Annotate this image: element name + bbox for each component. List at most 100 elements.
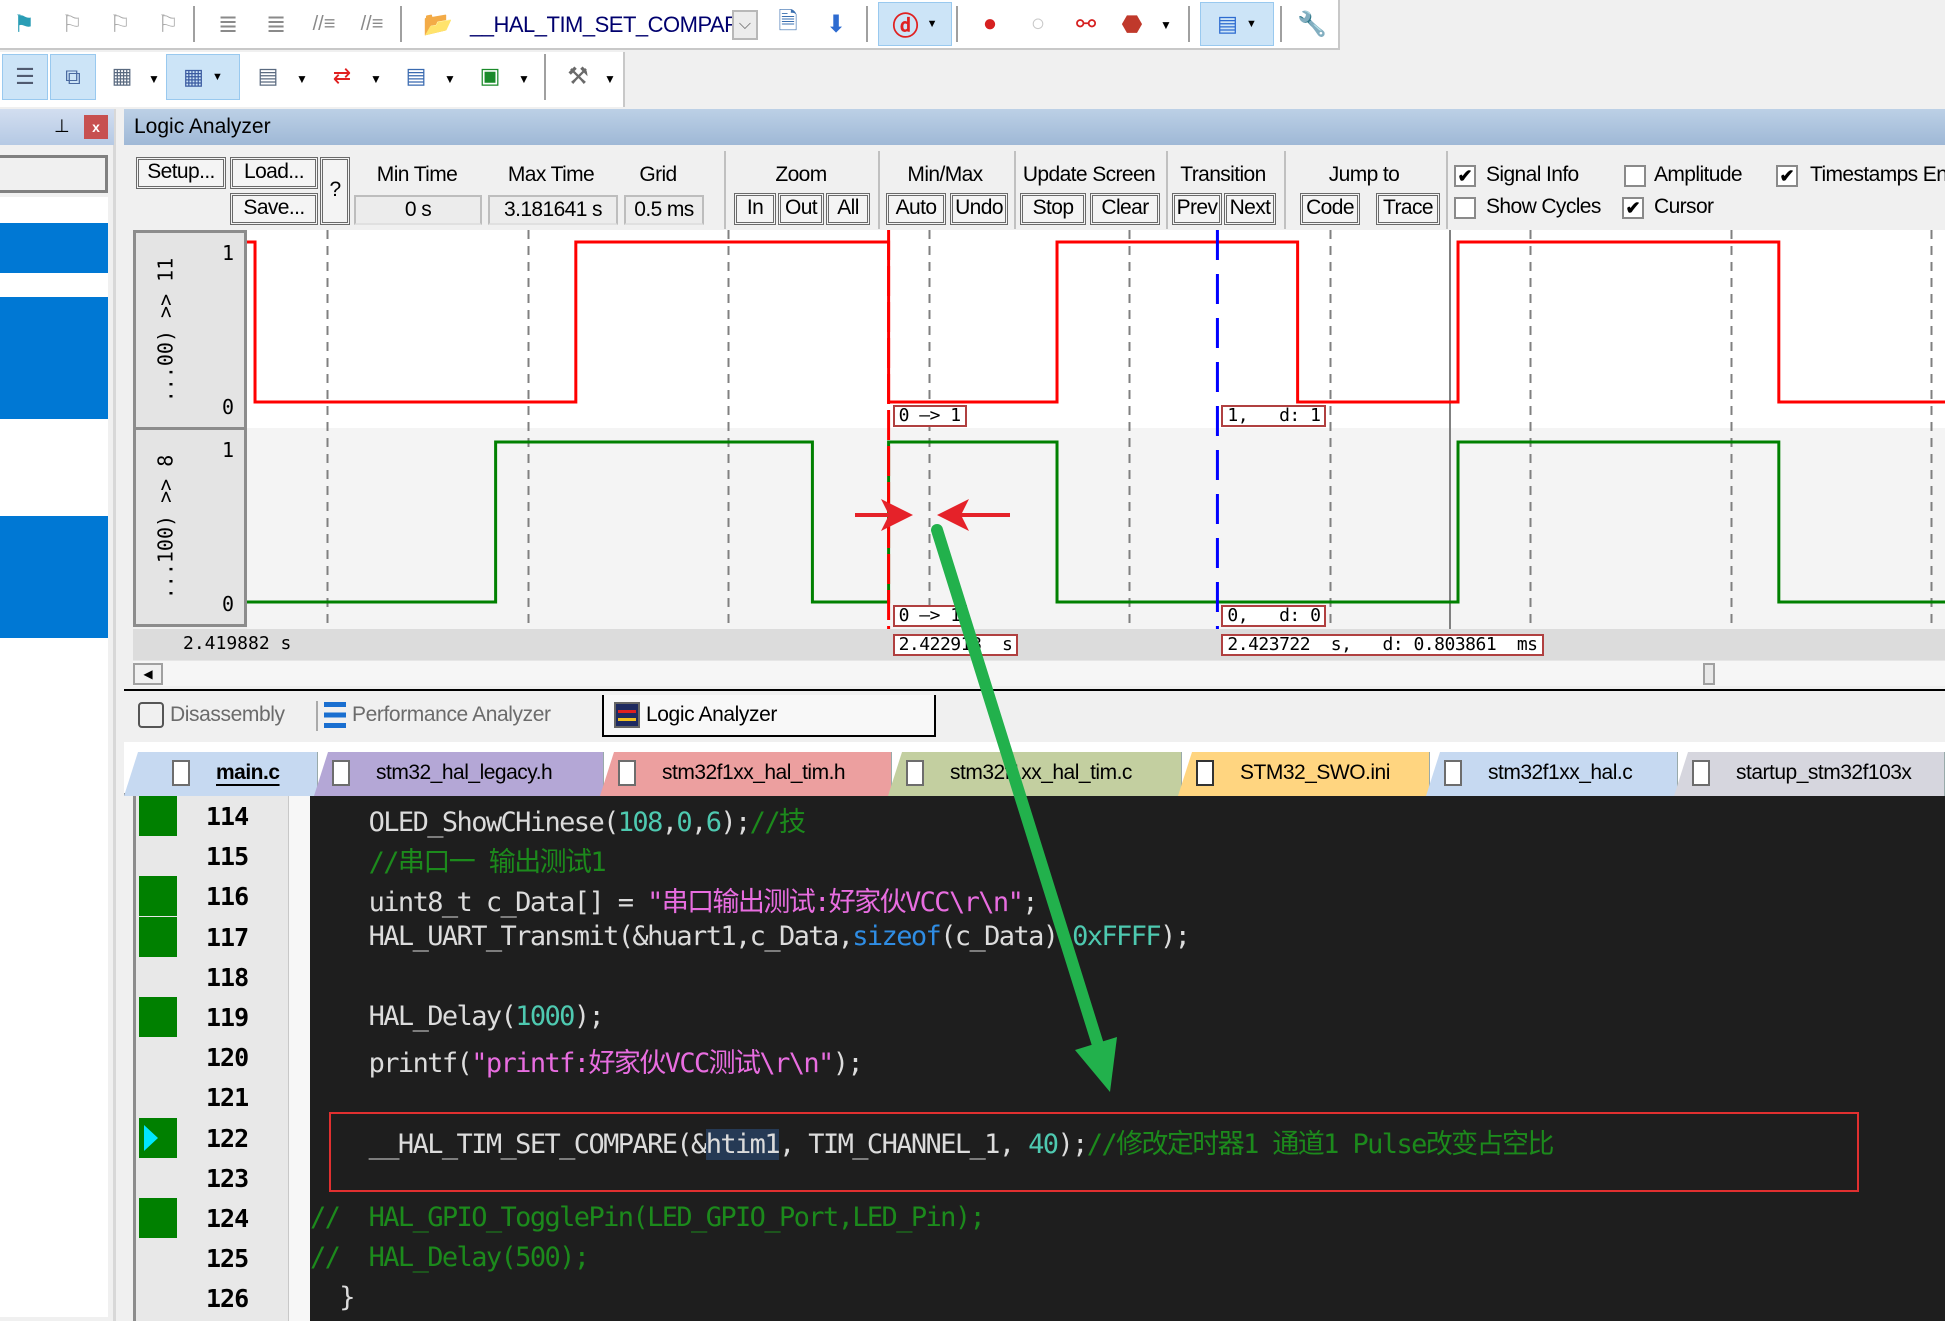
file-tab-main-c[interactable]: main.c [124,752,318,796]
show-cycles-checkbox[interactable] [1454,197,1476,219]
next-bookmark-icon[interactable]: ⚐ [102,6,138,42]
breakpoint-marker[interactable] [139,997,177,1037]
update-clear-button[interactable]: Clear [1090,193,1160,225]
clear-bookmarks-icon[interactable]: ⚐ [150,6,186,42]
breakpoint-marker[interactable] [139,916,177,957]
transition-prev-button[interactable]: Prev [1172,193,1222,225]
close-icon[interactable]: x [84,115,108,139]
signal-label-1[interactable]: ...00) >> 11 1 0 [133,230,247,430]
waveform-plot[interactable] [247,230,1945,629]
uncomment-icon[interactable]: //≡ [354,6,390,42]
file-tab-startup-stm32f103x[interactable]: startup_stm32f103x [1674,752,1945,796]
code-line[interactable]: HAL_UART_Transmit(&huart1,c_Data,sizeof(… [310,920,1191,952]
chevron-down-icon[interactable]: ▼ [444,72,456,86]
toolbox-icon[interactable]: ⚒ [560,58,596,94]
minmax-auto-button[interactable]: Auto [886,193,946,225]
list-item-selected[interactable] [0,516,108,638]
indent-icon[interactable]: ≣ [210,6,246,42]
tab-disassembly[interactable]: Disassembly [138,695,285,737]
code-line[interactable]: // HAL_Delay(500); [310,1242,590,1273]
code-line[interactable]: // HAL_GPIO_TogglePin(LED_GPIO_Port,LED_… [310,1202,986,1233]
jump-trace-button[interactable]: Trace [1376,193,1440,225]
editor-gutter[interactable]: 114 115 116 117 118 119 120 121 122 123 124 125 126 [133,796,288,1321]
signal2-red-cursor-label: 0 —> 1 [892,605,967,627]
list-item-selected[interactable] [0,297,108,419]
minmax-undo-button[interactable]: Undo [950,193,1008,225]
transition-next-button[interactable]: Next [1224,193,1276,225]
signal-label-2[interactable]: ...100) >> 8 1 0 [133,427,247,627]
waveform-horizontal-scrollbar[interactable]: ◀ [133,660,1945,686]
code-line[interactable]: HAL_Delay(1000); [310,1001,605,1032]
zoom-out-button[interactable]: Out [778,193,824,225]
show-cycles-label: Show Cycles [1486,195,1601,218]
load-button[interactable]: Load... [230,157,318,189]
signal-info-checkbox[interactable]: ✔ [1454,165,1476,187]
code-line[interactable]: OLED_ShowCHinese(108,0,6);//技 [310,800,806,839]
jump-code-button[interactable]: Code [1300,193,1360,225]
file-tab-stm32-hal-legacy-h[interactable]: stm32_hal_legacy.h [314,752,604,796]
disassembly-window-icon[interactable]: ⧉ [50,54,96,100]
breakpoint-marker[interactable] [139,1198,177,1238]
chevron-down-icon[interactable]: ▼ [296,72,308,86]
code-line[interactable]: //串口一 输出测试1 [310,840,607,879]
chevron-down-icon[interactable]: ▼ [148,72,160,86]
chevron-down-icon[interactable]: ▼ [1160,18,1172,32]
cursor-checkbox[interactable]: ✔ [1622,197,1644,219]
code-token: ); [1160,920,1191,952]
pin-icon[interactable]: ⊥ [54,116,70,137]
find-in-files-icon[interactable]: 📂 [420,6,456,42]
file-tab-stm32f1xx-hal-tim-h[interactable]: stm32f1xx_hal_tim.h [600,752,892,796]
update-stop-button[interactable]: Stop [1020,193,1086,225]
unindent-icon[interactable]: ≣ [258,6,294,42]
chevron-down-icon[interactable]: ▼ [604,72,616,86]
breakpoint-marker[interactable] [139,876,177,917]
chevron-down-icon[interactable]: ▼ [370,72,382,86]
chevron-down-icon[interactable]: ▼ [518,72,530,86]
enable-breakpoint-icon[interactable]: ○ [1020,6,1056,42]
amplitude-checkbox[interactable] [1624,165,1646,187]
debug-session-button[interactable]: ⓓ ▼ [878,2,952,46]
window-layout-icon: ▤ [1217,11,1238,36]
breakpoint-marker[interactable] [139,796,177,836]
memory-window-icon[interactable]: ▤ [398,58,434,94]
waveform-area[interactable]: ...00) >> 11 1 0 ...100) >> 8 1 0 [133,230,1945,688]
kill-breakpoints-icon[interactable]: ⬣ [1114,6,1150,42]
file-tab-stm32f1xx-hal-c[interactable]: stm32f1xx_hal.c [1426,752,1678,796]
configure-icon[interactable]: 🔧 [1294,6,1330,42]
zoom-all-button[interactable]: All [826,193,870,225]
setup-button[interactable]: Setup... [136,157,226,189]
call-stack-icon[interactable]: ▤ [250,58,286,94]
comment-icon[interactable]: //≡ [306,6,342,42]
code-editor[interactable]: 114 115 116 117 118 119 120 121 122 123 124 125 126 … [133,796,1945,1321]
tab-logic-analyzer[interactable]: Logic Analyzer [602,695,936,737]
incremental-find-icon[interactable]: 🗎 [770,6,806,42]
find-combo-dropdown-icon[interactable]: ⌵ [732,10,758,40]
list-item-selected[interactable] [0,223,108,273]
code-line[interactable]: } [310,1282,355,1313]
help-button[interactable]: ? [320,157,350,225]
command-window-icon[interactable]: ☰ [2,54,48,100]
signal1-blue-cursor-label: 1, d: 1 [1221,405,1327,427]
code-line[interactable]: printf("printf:好家伙VCC测试\r\n"); [310,1041,864,1080]
file-tab-stm32-swo-ini[interactable]: STM32_SWO.ini [1178,752,1430,796]
left-panel-input[interactable] [0,155,108,193]
symbols-window-icon[interactable]: ▦ [104,58,140,94]
serial-window-icon[interactable]: ▣ [472,58,508,94]
save-button[interactable]: Save... [230,193,318,225]
tab-performance-analyzer[interactable]: Performance Analyzer [324,695,551,737]
prev-bookmark-icon[interactable]: ⚐ [54,6,90,42]
zoom-in-button[interactable]: In [734,193,776,225]
window-layout-button[interactable]: ▤ ▼ [1200,2,1274,46]
code-line[interactable]: uint8_t c_Data[] = "串口输出测试:好家伙VCC\r\n"; [310,880,1039,919]
scrollbar-thumb[interactable] [1703,663,1715,685]
find-next-icon[interactable]: ⬇ [818,6,854,42]
scroll-left-icon[interactable]: ◀ [133,663,163,685]
watch-window-icon[interactable]: ⇄ [324,58,360,94]
registers-window-button[interactable]: ▦ ▼ [166,54,240,100]
disable-breakpoints-icon[interactable]: ⚯ [1068,6,1104,42]
timestamps-enable-checkbox[interactable]: ✔ [1776,165,1798,187]
bookmark-flag-icon[interactable]: ⚑ [6,6,42,42]
file-tab-stm32f1xx-hal-tim-c[interactable]: stm32f1xx_hal_tim.c [888,752,1182,796]
find-combo-input[interactable]: __HAL_TIM_SET_COMPAR [470,8,760,42]
insert-breakpoint-icon[interactable]: ● [972,6,1008,42]
